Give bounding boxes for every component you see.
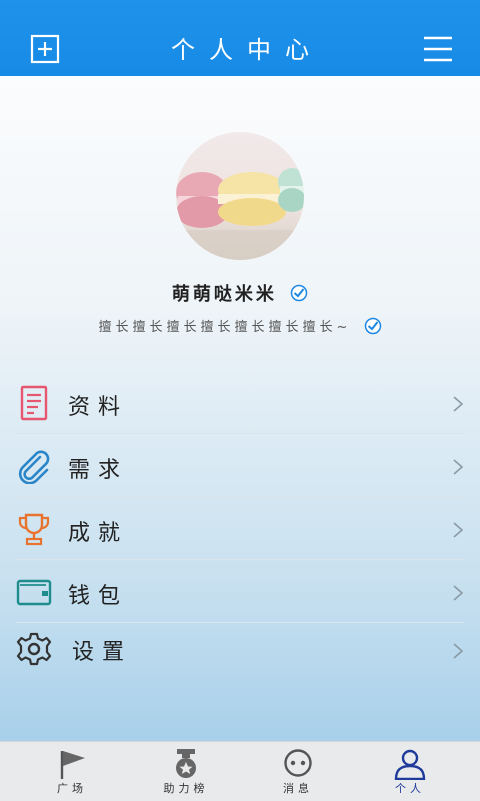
menu-icon[interactable] [423,34,453,64]
verified-badge-icon [290,284,308,302]
tab-label: 个人 [395,782,425,795]
menu-item-label: 需求 [68,458,129,483]
medal-icon [176,749,196,778]
document-icon [20,385,48,421]
trophy-icon [18,513,50,546]
paperclip-icon [18,450,50,484]
menu-item-achievements[interactable]: 成就 [16,497,464,560]
chevron-right-icon [453,585,464,601]
menu-item-label: 设置 [72,640,133,665]
bio-text: 擅长擅长擅长擅长擅长擅长擅长~ [98,320,352,335]
wallet-icon [16,579,52,606]
tab-label: 广场 [57,782,87,795]
chevron-right-icon [453,522,464,538]
avatar[interactable] [176,132,304,260]
menu-item-requests[interactable]: 需求 [16,434,464,497]
menu-item-label: 钱包 [68,584,129,609]
macaron-avatar-image [176,132,304,260]
menu-item-label: 成就 [68,521,129,546]
bottom-tab-bar: 广场 助力榜 消息 个人 [0,741,480,801]
tab-profile[interactable]: 个人 [350,742,470,801]
bio: 擅长擅长擅长擅长擅长擅长擅长~ [0,316,480,337]
person-icon [394,749,426,780]
tab-label: 消息 [283,782,313,795]
tab-label: 助力榜 [163,782,209,795]
top-bar: 个人中心 [0,0,480,76]
chevron-right-icon [453,396,464,412]
profile-menu: 资料 需求 成就 钱包 设置 [0,371,480,679]
menu-item-label: 资料 [68,395,129,420]
chat-icon [284,749,312,777]
chevron-right-icon [453,643,464,659]
username: 萌萌哒米米 [0,280,480,306]
flag-icon [60,751,85,779]
tab-plaza[interactable]: 广场 [12,742,132,801]
verified-badge-icon [364,317,381,334]
gear-icon [16,632,52,666]
tab-messages[interactable]: 消息 [238,742,358,801]
username-text: 萌萌哒米米 [171,284,277,305]
menu-item-settings[interactable]: 设置 [16,623,464,679]
profile-content: 萌萌哒米米 擅长擅长擅长擅长擅长擅长擅长~ 资料 需求 成就 钱包 设置 [0,76,480,741]
menu-item-profile[interactable]: 资料 [16,371,464,434]
chevron-right-icon [453,459,464,475]
tab-leaderboard[interactable]: 助力榜 [126,742,246,801]
menu-item-wallet[interactable]: 钱包 [16,560,464,623]
